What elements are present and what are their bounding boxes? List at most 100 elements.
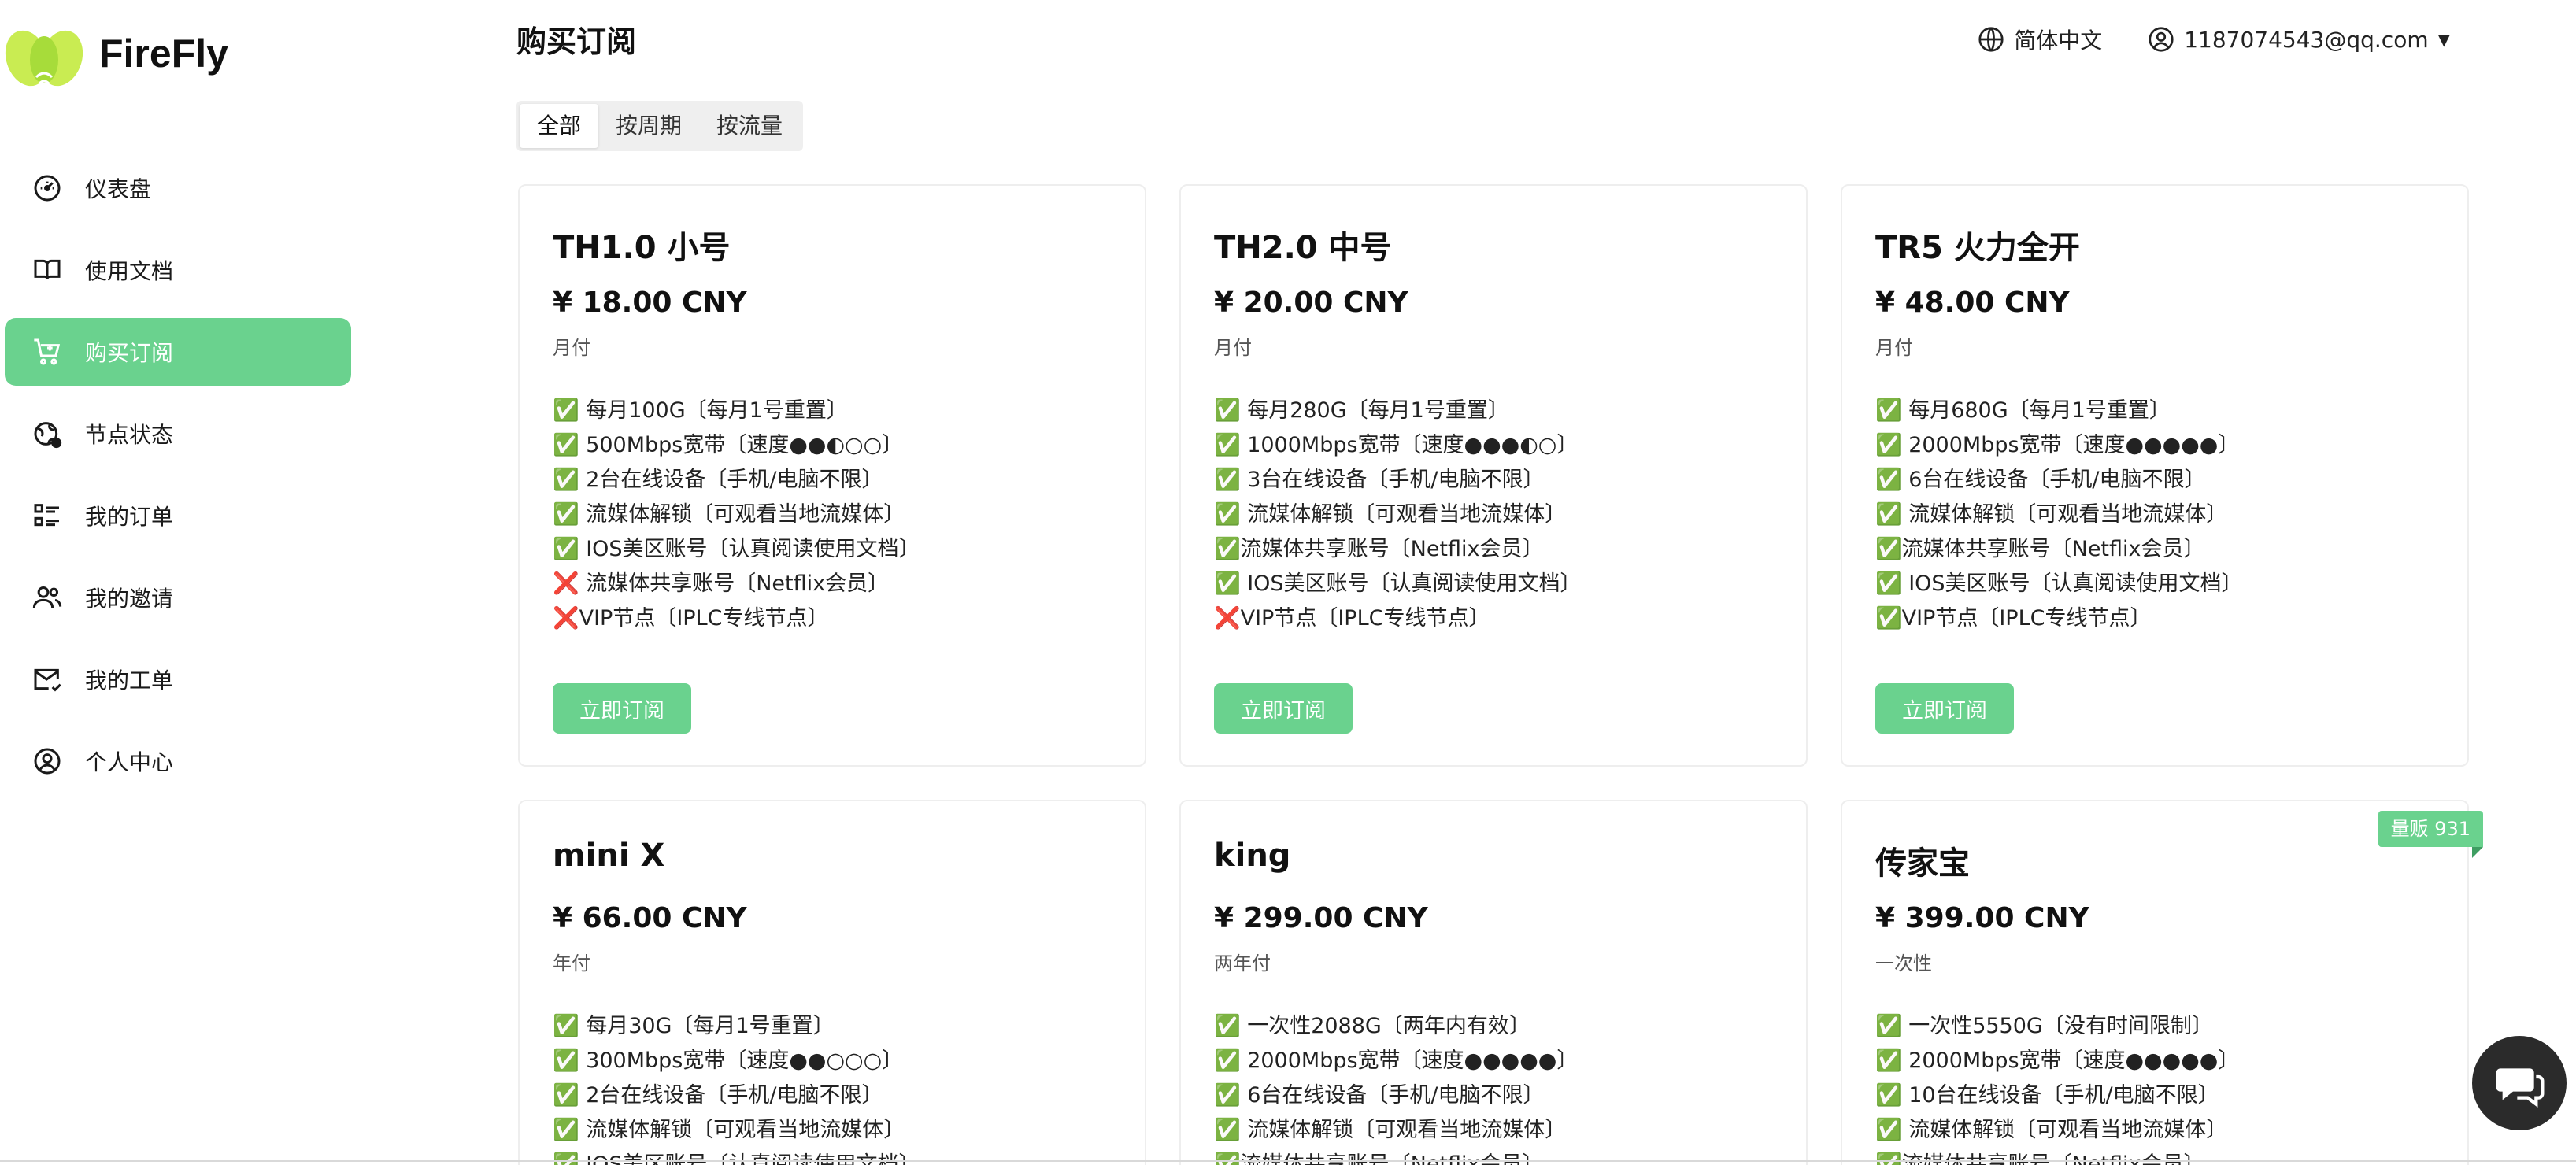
brand-name: FireFly [99,31,228,76]
feature-item: ✅流媒体共享账号〔Netflix会员〕 [1875,1152,2205,1165]
language-selector[interactable]: 简体中文 [1976,24,2102,55]
feature-list: ✅ 每月280G〔每月1号重置〕 ✅ 1000Mbps宽带〔速度●●●◐○〕 ✅… [1214,394,1582,636]
user-menu[interactable]: 1187074543@qq.com ▼ [2146,24,2450,54]
plan-price: ¥ 399.00 CNY [1875,902,2089,934]
sidebar-item-dashboard[interactable]: 仪表盘 [5,154,351,222]
tab-by-period[interactable]: 按周期 [598,104,699,148]
feature-item: ✅流媒体共享账号〔Netflix会员〕 [1214,537,1544,561]
feature-item: ✅流媒体共享账号〔Netflix会员〕 [1214,1152,1544,1165]
feature-list: ✅ 一次性5550G〔没有时间限制〕 ✅ 2000Mbps宽带〔速度●●●●●〕… [1875,1009,2239,1165]
plan-period: 两年付 [1214,952,1271,975]
feature-item: ✅ 2000Mbps宽带〔速度●●●●●〕 [1875,1048,2240,1073]
sidebar-item-label: 我的订单 [85,504,174,530]
feature-item: ✅ 一次性5550G〔没有时间限制〕 [1875,1014,2213,1038]
sidebar-item-label: 使用文档 [85,258,174,284]
globe-network-icon [31,418,63,449]
sidebar-item-tickets[interactable]: 我的工单 [5,645,351,713]
plan-price: ¥ 20.00 CNY [1214,287,1408,319]
plan-period: 月付 [1214,337,1252,359]
feature-item: ✅ IOS美区账号〔认真阅读使用文档〕 [1214,571,1582,596]
subscribe-button[interactable]: 立即订阅 [1214,683,1353,734]
feature-item: ✅ 流媒体解锁〔可观看当地流媒体〕 [553,502,905,527]
plan-name: 传家宝 [1875,845,1970,882]
users-icon [31,582,63,613]
feature-list: ✅ 每月100G〔每月1号重置〕 ✅ 500Mbps宽带〔速度●●◐○○〕 ✅ … [553,394,920,636]
feature-item: ❌ 流媒体共享账号〔Netflix会员〕 [553,571,890,596]
sidebar-item-label: 个人中心 [85,749,174,775]
feature-item: ✅ 每月100G〔每月1号重置〕 [553,398,848,423]
plan-name: TR5 火力全开 [1875,230,2080,266]
feature-item: ✅ IOS美区账号〔认真阅读使用文档〕 [1875,571,2243,596]
feature-item: ✅ 500Mbps宽带〔速度●●◐○○〕 [553,433,904,457]
chat-support-button[interactable] [2472,1036,2567,1130]
feature-item: ✅ 2000Mbps宽带〔速度●●●●●〕 [1875,433,2240,457]
sidebar-item-node-status[interactable]: 节点状态 [5,400,351,468]
plan-filter-tabs: 全部 按周期 按流量 [516,101,804,151]
feature-item: ✅ 一次性2088G〔两年内有效〕 [1214,1014,1530,1038]
feature-item: ✅ 6台在线设备〔手机/电脑不限〕 [1214,1083,1545,1108]
user-circle-icon [31,745,63,777]
feature-item: ✅VIP节点〔IPLC专线节点〕 [1875,606,2152,631]
feature-item: ✅ 流媒体解锁〔可观看当地流媒体〕 [1875,502,2228,527]
plan-period: 一次性 [1875,952,1932,975]
feature-item: ✅ IOS美区账号〔认真阅读使用文档〕 [553,537,920,561]
feature-item: ✅ 300Mbps宽带〔速度●●○○○〕 [553,1048,904,1073]
feature-item: ✅ 2台在线设备〔手机/电脑不限〕 [553,468,883,492]
plan-card: king ¥ 299.00 CNY 两年付 ✅ 一次性2088G〔两年内有效〕 … [1179,800,1808,1165]
plan-period: 月付 [553,337,590,359]
plan-period: 年付 [553,952,590,975]
feature-item: ✅ 流媒体解锁〔可观看当地流媒体〕 [1875,1118,2228,1142]
feature-item: ✅ 1000Mbps宽带〔速度●●●◐○〕 [1214,433,1579,457]
feature-list: ✅ 每月30G〔每月1号重置〕 ✅ 300Mbps宽带〔速度●●○○○〕 ✅ 2… [553,1009,920,1165]
sidebar-item-profile[interactable]: 个人中心 [5,727,351,795]
plan-name: mini X [553,838,665,874]
brand-logo[interactable]: FireFly [5,14,228,93]
user-circle-icon [2146,24,2184,54]
plan-card: TH1.0 小号 ¥ 18.00 CNY 月付 ✅ 每月100G〔每月1号重置〕… [518,184,1146,767]
sidebar-item-label: 我的工单 [85,668,174,693]
feature-item: ✅ 6台在线设备〔手机/电脑不限〕 [1875,468,2206,492]
feature-item: ✅流媒体共享账号〔Netflix会员〕 [1875,537,2205,561]
sidebar-item-invites[interactable]: 我的邀请 [5,564,351,631]
mail-ticket-icon [31,664,63,695]
feature-item: ✅ 流媒体解锁〔可观看当地流媒体〕 [1214,1118,1567,1142]
feature-item: ✅ 每月280G〔每月1号重置〕 [1214,398,1509,423]
feature-item: ✅ 3台在线设备〔手机/电脑不限〕 [1214,468,1545,492]
plan-card: TH2.0 中号 ¥ 20.00 CNY 月付 ✅ 每月280G〔每月1号重置〕… [1179,184,1808,767]
feature-item: ✅ 2000Mbps宽带〔速度●●●●●〕 [1214,1048,1579,1073]
plan-name: king [1214,838,1291,874]
sidebar-item-purchase[interactable]: 购买订阅 [5,318,351,386]
sidebar-item-docs[interactable]: 使用文档 [5,236,351,304]
plan-card: TR5 火力全开 ¥ 48.00 CNY 月付 ✅ 每月680G〔每月1号重置〕… [1841,184,2469,767]
plan-name: TH2.0 中号 [1214,230,1392,266]
dashboard-gauge-icon [31,172,63,204]
feature-item: ✅ 流媒体解锁〔可观看当地流媒体〕 [1214,502,1567,527]
firefly-logo-icon [5,14,83,93]
sidebar-item-label: 节点状态 [85,422,174,448]
feature-item: ✅ 每月30G〔每月1号重置〕 [553,1014,835,1038]
tab-all[interactable]: 全部 [520,104,599,148]
plan-card: 量贩 931 传家宝 ¥ 399.00 CNY 一次性 ✅ 一次性5550G〔没… [1841,800,2484,1165]
plan-price: ¥ 66.00 CNY [553,902,747,934]
sidebar-item-label: 我的邀请 [85,586,174,612]
tab-by-traffic[interactable]: 按流量 [699,104,800,148]
feature-item: ❌VIP节点〔IPLC专线节点〕 [1214,606,1490,631]
feature-item: ✅ 每月680G〔每月1号重置〕 [1875,398,2171,423]
caret-down-icon: ▼ [2437,30,2450,49]
plan-price: ¥ 299.00 CNY [1214,902,1428,934]
subscribe-button[interactable]: 立即订阅 [553,683,691,734]
subscribe-button[interactable]: 立即订阅 [1875,683,2014,734]
header-actions: 简体中文 1187074543@qq.com ▼ [1976,22,2450,57]
plan-card: mini X ¥ 66.00 CNY 年付 ✅ 每月30G〔每月1号重置〕 ✅ … [518,800,1146,1165]
app-root: FireFly 仪表盘 使用文档 购买订阅 节点状态 我的订单 我的邀请 我的工… [0,0,2576,1165]
page-title: 购买订阅 [516,24,637,59]
plan-name: TH1.0 小号 [553,230,731,266]
plan-period: 月付 [1875,337,1913,359]
sidebar-item-orders[interactable]: 我的订单 [5,482,351,549]
book-open-icon [31,254,63,286]
feature-list: ✅ 每月680G〔每月1号重置〕 ✅ 2000Mbps宽带〔速度●●●●●〕 ✅… [1875,394,2243,636]
feature-item: ✅ 流媒体解锁〔可观看当地流媒体〕 [553,1118,905,1142]
sidebar-nav: 仪表盘 使用文档 购买订阅 节点状态 我的订单 我的邀请 我的工单 个人中心 [5,154,351,809]
plan-price: ¥ 18.00 CNY [553,287,747,319]
shopping-cart-icon [31,336,63,368]
